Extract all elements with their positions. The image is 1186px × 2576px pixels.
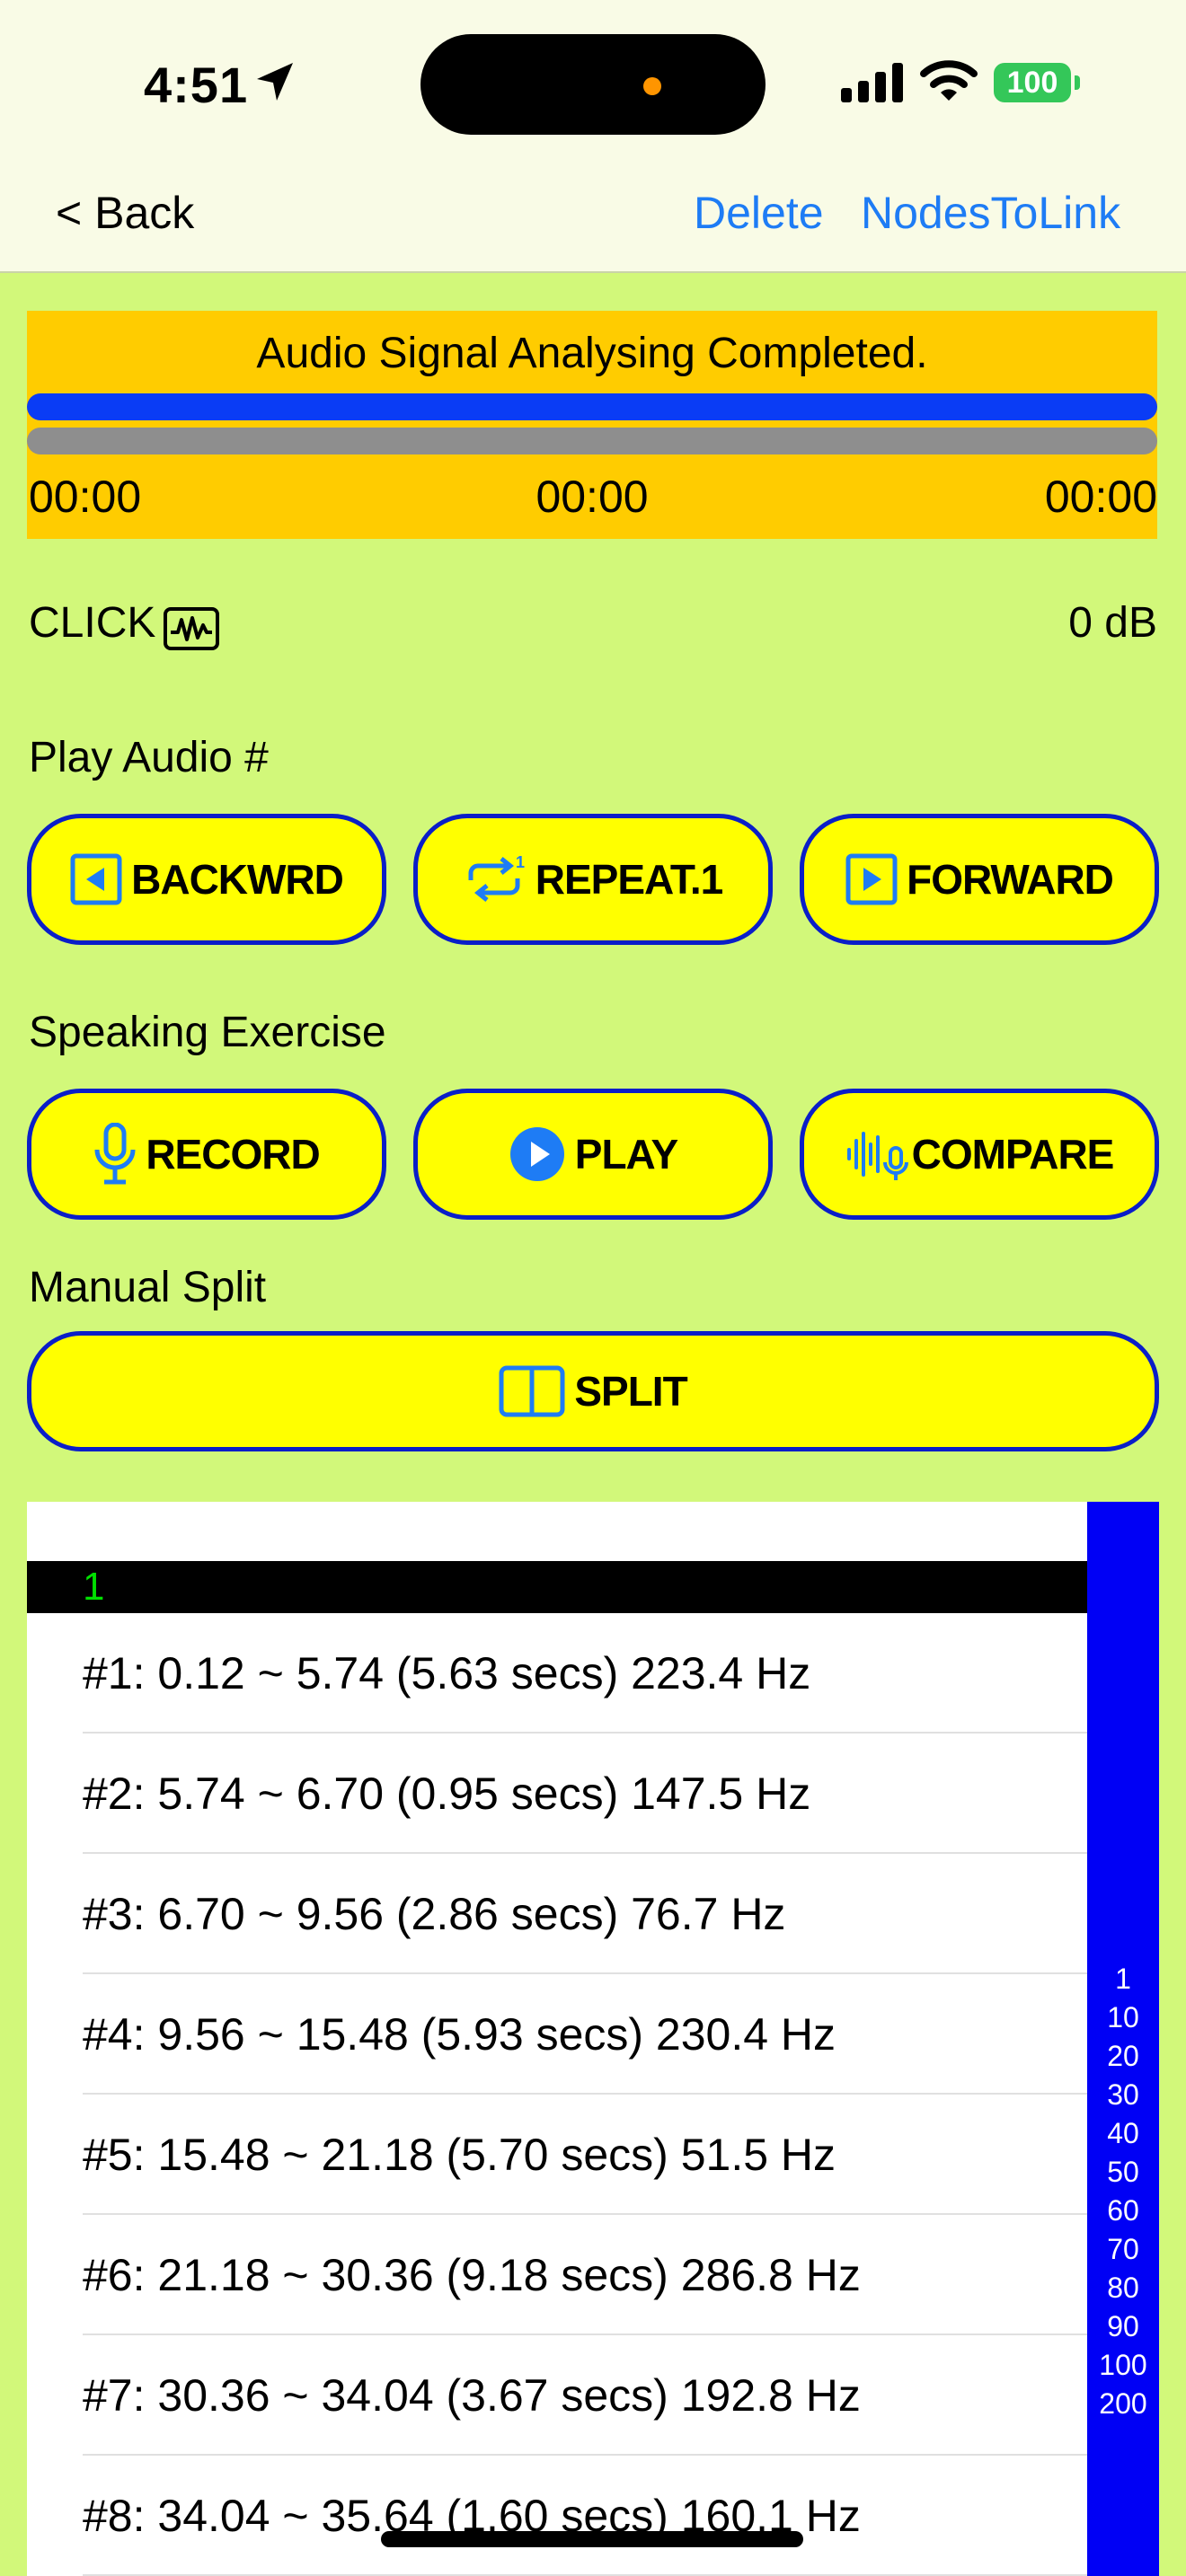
section-index-items[interactable]: 1 10 20 30 40 50 60 70 80 90 100 200 (1087, 1960, 1159, 2423)
index-item[interactable]: 20 (1087, 2037, 1159, 2076)
repeat-one-icon: 1 (468, 853, 526, 902)
index-item[interactable]: 70 (1087, 2230, 1159, 2269)
record-label: RECORD (146, 1131, 320, 1178)
list-item[interactable]: #6: 21.18 ~ 30.36 (9.18 secs) 286.8 Hz (83, 2215, 1087, 2335)
forward-icon (845, 853, 898, 905)
back-button[interactable]: < Back (56, 187, 194, 239)
segment-list[interactable]: 1 #1: 0.12 ~ 5.74 (5.63 secs) 223.4 Hz #… (27, 1502, 1087, 2576)
list-item[interactable]: #2: 5.74 ~ 6.70 (0.95 secs) 147.5 Hz (83, 1734, 1087, 1854)
play-audio-label: Play Audio # (29, 734, 269, 781)
play-label: PLAY (574, 1131, 678, 1178)
dynamic-island (420, 34, 766, 135)
list-item[interactable]: #5: 15.48 ~ 21.18 (5.70 secs) 51.5 Hz (83, 2095, 1087, 2215)
section-index-bar[interactable]: 1 10 20 30 40 50 60 70 80 90 100 200 (1087, 1502, 1159, 2576)
nodes-to-link-button[interactable]: NodesToLink (861, 187, 1120, 239)
compare-button[interactable]: COMPARE (800, 1089, 1159, 1220)
compare-label: COMPARE (911, 1131, 1115, 1178)
split-button[interactable]: SPLIT (27, 1331, 1159, 1451)
battery-indicator: 100 (994, 63, 1071, 102)
index-item[interactable]: 30 (1087, 2076, 1159, 2114)
index-item[interactable]: 100 (1087, 2346, 1159, 2385)
record-button[interactable]: RECORD (27, 1089, 386, 1220)
split-label: SPLIT (574, 1368, 687, 1415)
play-button[interactable]: PLAY (413, 1089, 773, 1220)
position-slider-track[interactable] (27, 428, 1157, 454)
analysis-panel: Audio Signal Analysing Completed. 00:00 … (27, 311, 1157, 539)
click-label[interactable]: CLICK (29, 598, 155, 648)
time-end: 00:00 (1044, 472, 1157, 522)
list-item[interactable]: #4: 9.56 ~ 15.48 (5.93 secs) 230.4 Hz (83, 1974, 1087, 2095)
time-current: 00:00 (535, 472, 649, 522)
index-item[interactable]: 10 (1087, 1998, 1159, 2037)
backward-button[interactable]: BACKWRD (27, 814, 386, 945)
index-item[interactable]: 40 (1087, 2114, 1159, 2153)
list-item[interactable]: #7: 30.36 ~ 34.04 (3.67 secs) 192.8 Hz (83, 2335, 1087, 2456)
status-message: Audio Signal Analysing Completed. (256, 330, 928, 377)
mic-icon (94, 1123, 136, 1185)
playback-progress-bar[interactable] (27, 393, 1157, 420)
db-level: 0 dB (1068, 599, 1157, 647)
repeat-button[interactable]: 1 REPEAT.1 (413, 814, 773, 945)
manual-split-label: Manual Split (29, 1264, 267, 1311)
signal-icon (841, 63, 903, 102)
wifi-icon (920, 60, 978, 101)
delete-button[interactable]: Delete (694, 187, 824, 239)
index-item[interactable]: 80 (1087, 2269, 1159, 2307)
top-bar: 4:51 100 < Back Delete NodesToLink (0, 0, 1186, 273)
home-indicator[interactable] (381, 2531, 803, 2547)
forward-button[interactable]: FORWARD (800, 814, 1159, 945)
index-item[interactable]: 90 (1087, 2307, 1159, 2346)
compare-icon (846, 1132, 908, 1180)
list-item[interactable]: #3: 6.70 ~ 9.56 (2.86 secs) 76.7 Hz (83, 1854, 1087, 1974)
location-arrow-icon (257, 63, 293, 101)
index-item[interactable]: 50 (1087, 2153, 1159, 2192)
repeat-label: REPEAT.1 (535, 856, 723, 903)
list-item[interactable]: #8: 34.04 ~ 35.64 (1.60 secs) 160.1 Hz (83, 2456, 1087, 2576)
play-circle-icon (509, 1127, 564, 1181)
speaking-exercise-label: Speaking Exercise (29, 1009, 386, 1056)
split-icon (499, 1365, 565, 1417)
recording-indicator (643, 77, 661, 95)
list-item[interactable]: #1: 0.12 ~ 5.74 (5.63 secs) 223.4 Hz (83, 1613, 1087, 1734)
index-item[interactable]: 60 (1087, 2192, 1159, 2230)
forward-label: FORWARD (907, 856, 1114, 903)
section-header: 1 (27, 1561, 1087, 1613)
backward-label: BACKWRD (131, 856, 344, 903)
index-item[interactable]: 1 (1087, 1960, 1159, 1998)
svg-text:1: 1 (516, 853, 525, 871)
status-time: 4:51 (144, 57, 249, 113)
waveform-icon[interactable] (164, 607, 219, 650)
index-item[interactable]: 200 (1087, 2385, 1159, 2423)
backward-icon (70, 853, 122, 905)
battery-tip (1075, 75, 1080, 90)
